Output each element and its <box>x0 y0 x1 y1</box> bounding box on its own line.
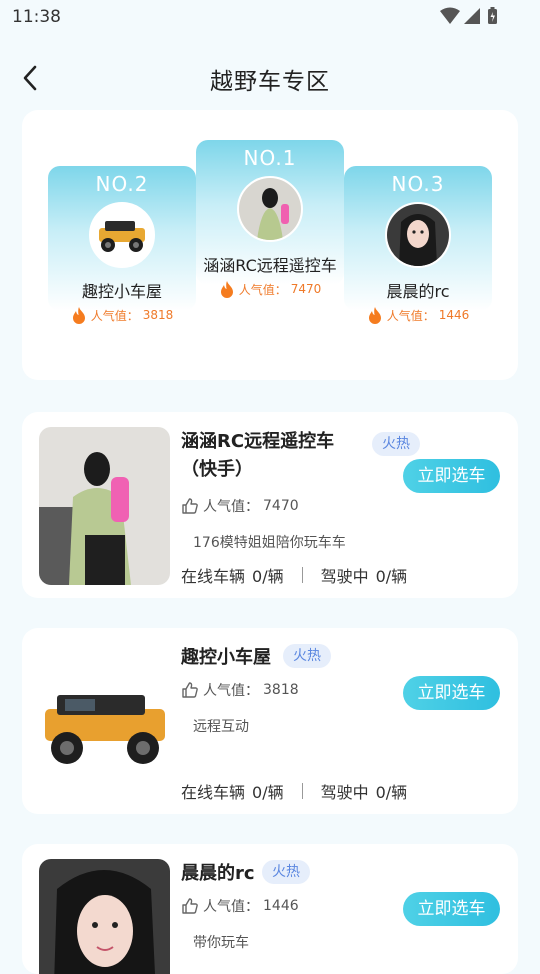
online-count: 0/辆 <box>252 567 284 586</box>
shop-thumbnail <box>39 643 170 801</box>
popularity-label: 人气值： <box>203 899 259 915</box>
status-time: 11:38 <box>12 7 61 27</box>
popularity-label: 人气值： <box>203 499 259 515</box>
driving-label: 驾驶中 <box>320 783 369 802</box>
shop-card[interactable]: 晨晨的rc 火热 立即选车 人气值： 1446 带你玩车 <box>22 844 518 974</box>
ranking-podium: NO.2 趣控小车屋 人气值： 3818 NO.1 涵涵RC远程遥控车 人气值：… <box>22 110 518 380</box>
shop-description: 远程互动 <box>193 719 249 735</box>
popularity-value: 1446 <box>263 898 299 914</box>
shop-thumbnail <box>39 859 170 974</box>
shop-name: 晨晨的rc <box>181 863 255 884</box>
battery-icon <box>488 7 497 24</box>
popularity-label: 人气值： <box>386 308 435 323</box>
podium-second[interactable]: NO.2 趣控小车屋 人气值： 3818 <box>48 166 196 324</box>
page-title: 越野车专区 <box>210 69 330 95</box>
popularity: 人气值： 3818 <box>48 306 196 324</box>
popularity: 人气值： 1446 <box>181 896 299 916</box>
podium-name: 趣控小车屋 <box>81 282 162 301</box>
podium-name: 涵涵RC远程遥控车 <box>203 256 337 275</box>
popularity: 人气值： 7470 <box>181 496 299 516</box>
shop-name: 涵涵RC远程遥控车 （快手） <box>181 428 334 484</box>
rank-label: NO.1 <box>243 146 297 170</box>
thumbs-up-icon <box>182 898 198 914</box>
popularity: 人气值： 3818 <box>181 680 299 700</box>
popularity-value: 7470 <box>263 498 299 514</box>
fire-icon <box>220 281 233 298</box>
popularity-value: 3818 <box>263 682 299 698</box>
podium-third[interactable]: NO.3 晨晨的rc 人气值： 1446 <box>344 166 492 324</box>
shop-description: 带你玩车 <box>193 935 249 951</box>
popularity: 人气值： 1446 <box>344 306 492 324</box>
signal-icon <box>464 8 480 24</box>
select-car-button[interactable]: 立即选车 <box>403 892 500 926</box>
shop-stats: 在线车辆 0/辆 驾驶中 0/辆 <box>181 563 407 587</box>
popularity: 人气值： 7470 <box>196 280 344 298</box>
select-car-button[interactable]: 立即选车 <box>403 676 500 710</box>
shop-thumbnail <box>39 427 170 585</box>
rank-label: NO.3 <box>391 172 445 196</box>
driving-count: 0/辆 <box>375 567 408 586</box>
shop-card[interactable]: 涵涵RC远程遥控车 （快手） 火热 立即选车 人气值： 7470 176模特姐姐陪… <box>22 412 518 598</box>
popularity-label: 人气值： <box>238 282 287 297</box>
avatar <box>237 176 303 242</box>
driving-count: 0/辆 <box>375 783 408 802</box>
shop-name-line1: 涵涵RC远程遥控车 <box>181 431 335 452</box>
select-car-button[interactable]: 立即选车 <box>403 459 500 493</box>
thumbs-up-icon <box>182 498 198 514</box>
fire-icon <box>72 307 85 324</box>
popularity-value: 3818 <box>142 308 174 322</box>
status-bar: 11:38 <box>0 0 540 34</box>
podium-first[interactable]: NO.1 涵涵RC远程遥控车 人气值： 7470 <box>196 140 344 298</box>
shop-card[interactable]: 趣控小车屋 火热 立即选车 人气值： 3818 远程互动 在线车辆 0/辆 驾驶中… <box>22 628 518 814</box>
online-label: 在线车辆 <box>181 783 246 802</box>
hot-badge: 火热 <box>262 860 310 884</box>
nav-bar: 越野车专区 <box>0 50 540 106</box>
online-label: 在线车辆 <box>181 567 246 586</box>
popularity-value: 7470 <box>290 282 322 296</box>
status-icons <box>438 6 502 30</box>
divider <box>301 783 303 799</box>
shop-description: 176模特姐姐陪你玩车车 <box>193 535 346 551</box>
online-count: 0/辆 <box>252 783 284 802</box>
wifi-icon <box>440 7 460 24</box>
rank-label: NO.2 <box>95 172 149 196</box>
avatar <box>89 202 155 268</box>
avatar <box>385 202 451 268</box>
thumbs-up-icon <box>182 682 198 698</box>
podium-name: 晨晨的rc <box>386 282 450 301</box>
popularity-value: 1446 <box>438 308 470 322</box>
hot-badge: 火热 <box>283 644 331 668</box>
fire-icon <box>368 307 381 324</box>
shop-stats: 在线车辆 0/辆 驾驶中 0/辆 <box>181 779 407 803</box>
popularity-label: 人气值： <box>203 683 259 699</box>
shop-name: 趣控小车屋 <box>181 647 271 668</box>
hot-badge: 火热 <box>372 432 420 456</box>
divider <box>301 567 303 583</box>
driving-label: 驾驶中 <box>320 567 369 586</box>
shop-name-line2: （快手） <box>181 459 253 480</box>
popularity-label: 人气值： <box>90 308 139 323</box>
